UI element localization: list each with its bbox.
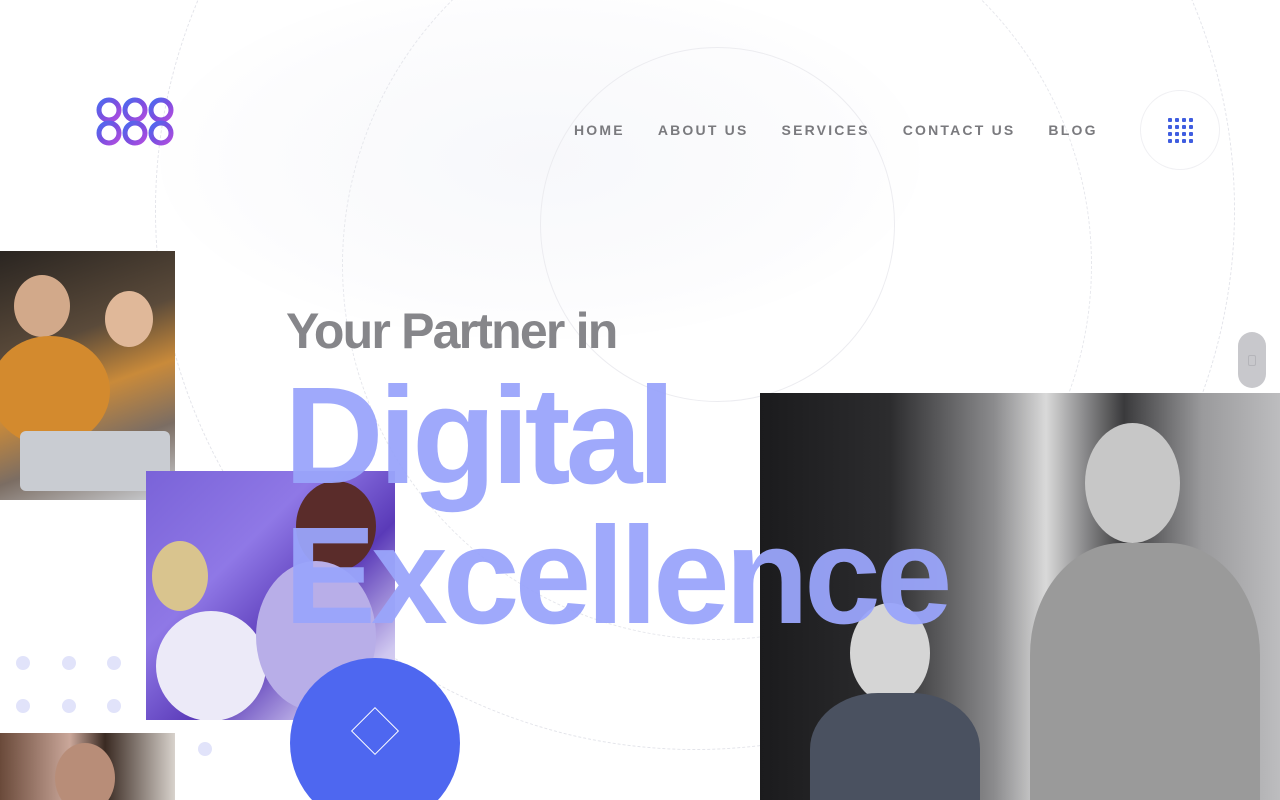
hero-title-line-1: Digital xyxy=(284,359,676,513)
team-photo-office xyxy=(0,251,175,500)
grid-menu-icon xyxy=(1167,117,1193,143)
decorative-dot xyxy=(107,656,121,670)
decorative-dot xyxy=(198,742,212,756)
menu-button[interactable] xyxy=(1140,90,1220,170)
hero-title: Digital Excellence xyxy=(284,366,953,653)
scroll-to-top-button[interactable] xyxy=(1238,332,1266,388)
hero-title-line-2: Excellence xyxy=(284,499,953,653)
scroll-icon xyxy=(1248,354,1256,366)
decorative-dot xyxy=(107,699,121,713)
nav-item-blog[interactable]: BLOG xyxy=(1048,121,1097,139)
decorative-dot xyxy=(16,656,30,670)
decorative-dot xyxy=(16,699,30,713)
main-nav: HOME ABOUT US SERVICES CONTACT US BLOG xyxy=(574,121,1098,139)
nav-item-home[interactable]: HOME xyxy=(574,121,625,139)
nav-item-about-us[interactable]: ABOUT US xyxy=(658,121,749,139)
decorative-dot xyxy=(62,656,76,670)
decorative-dot xyxy=(62,699,76,713)
site-logo[interactable] xyxy=(96,95,176,151)
team-photo-bottom xyxy=(0,733,175,800)
background-haze xyxy=(160,0,920,340)
infinity-rings-logo-icon xyxy=(96,97,174,146)
diamond-icon xyxy=(350,706,400,756)
nav-item-services[interactable]: SERVICES xyxy=(782,121,870,139)
nav-item-contact-us[interactable]: CONTACT US xyxy=(903,121,1016,139)
hero-subtitle: Your Partner in xyxy=(286,303,618,359)
